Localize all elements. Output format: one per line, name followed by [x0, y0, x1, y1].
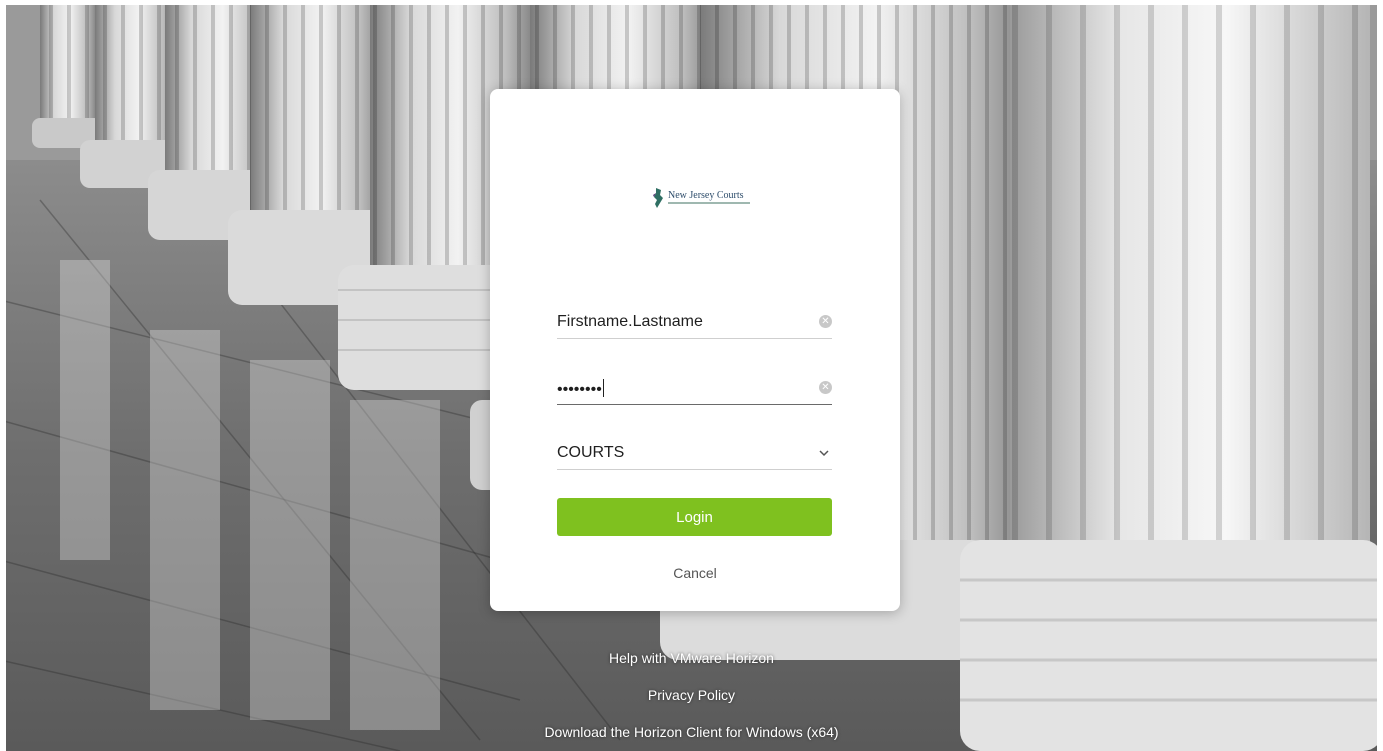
password-value: •••••••• [557, 379, 604, 398]
clear-icon[interactable]: ✕ [819, 381, 832, 394]
username-field[interactable]: Firstname.Lastname ✕ [557, 304, 832, 339]
logo-text: New Jersey Courts [668, 190, 744, 201]
text-caret [602, 379, 604, 397]
domain-value: COURTS [557, 444, 625, 461]
help-link[interactable]: Help with VMware Horizon [0, 650, 1383, 666]
new-jersey-courts-logo: New Jersey Courts [650, 187, 754, 213]
left-border [0, 0, 6, 751]
password-field[interactable]: •••••••• ✕ [557, 370, 832, 405]
chevron-down-icon [819, 450, 829, 457]
nj-state-icon [653, 188, 663, 208]
top-border [0, 0, 1383, 5]
right-border [1377, 0, 1383, 751]
domain-select[interactable]: COURTS [557, 435, 832, 470]
privacy-policy-link[interactable]: Privacy Policy [0, 687, 1383, 703]
login-card: New Jersey Courts Firstname.Lastname ✕ •… [490, 89, 900, 611]
login-button[interactable]: Login [557, 498, 832, 536]
cancel-link[interactable]: Cancel [490, 565, 900, 581]
download-client-link[interactable]: Download the Horizon Client for Windows … [0, 724, 1383, 740]
username-value: Firstname.Lastname [557, 313, 703, 330]
logo-tagline-line [668, 202, 750, 204]
login-page: New Jersey Courts Firstname.Lastname ✕ •… [0, 0, 1383, 751]
clear-icon[interactable]: ✕ [819, 315, 832, 328]
